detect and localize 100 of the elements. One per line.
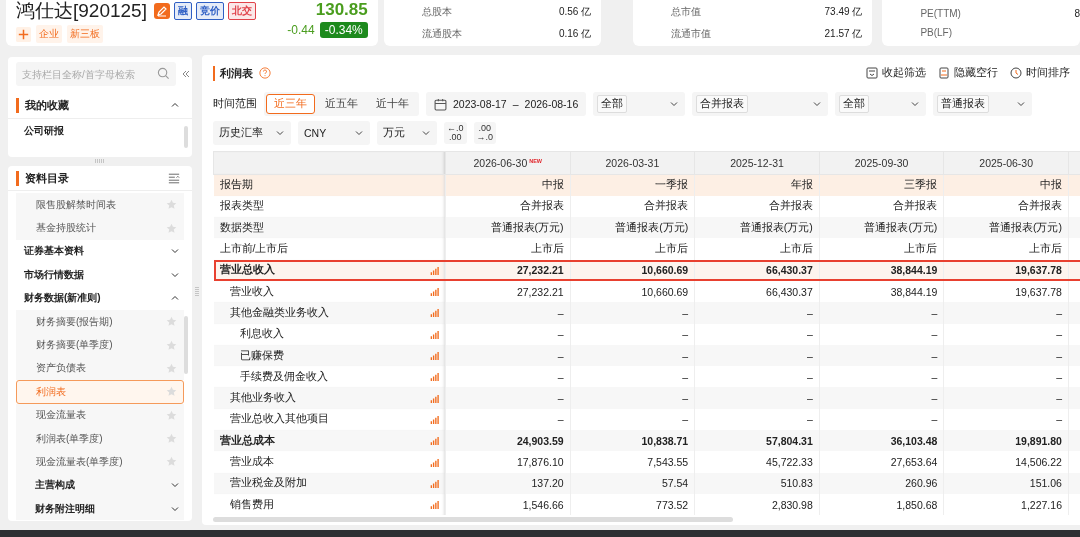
filter-label: 时间范围 xyxy=(213,97,257,111)
star-icon[interactable] xyxy=(166,386,177,398)
stock-tag: 北交 xyxy=(227,2,256,20)
date-range-field[interactable]: 2023-08-17 – 2026-08-16 xyxy=(426,92,587,116)
bar-chart-icon[interactable] xyxy=(430,478,439,488)
scrollbar-thumb[interactable] xyxy=(213,517,733,523)
drag-handle-icon[interactable] xyxy=(94,159,106,163)
catalog-item[interactable]: 基金持股统计 xyxy=(16,216,184,240)
bar-chart-icon[interactable] xyxy=(430,436,439,446)
document-icon xyxy=(938,67,950,79)
catalog-item[interactable]: 现金流量表(单季度) xyxy=(16,450,184,474)
catalog-group[interactable]: 主营构成 xyxy=(16,473,184,498)
table-cell: – xyxy=(931,328,938,341)
bar-chart-icon[interactable] xyxy=(430,393,439,403)
toolbar-button[interactable]: 收起筛选 xyxy=(866,66,926,80)
table-cell: 年报 xyxy=(790,178,813,191)
bar-chart-icon[interactable] xyxy=(430,308,439,318)
time-range-tab[interactable]: 近十年 xyxy=(368,94,417,114)
catalog-item[interactable]: 财务摘要(报告期) xyxy=(16,309,184,334)
chevron-icon[interactable] xyxy=(170,100,180,110)
column-header[interactable]: 2025-12-31 xyxy=(694,151,820,175)
list-icon[interactable] xyxy=(168,172,180,184)
row-label: 上市前/上市后 xyxy=(219,242,289,257)
table-cell: – xyxy=(682,328,689,341)
clock-icon xyxy=(1010,67,1022,79)
dropdown[interactable]: 全部 xyxy=(835,92,927,116)
catalog-group[interactable]: 财务数据(新准则) xyxy=(16,286,184,310)
table-cell: 1,546.66 xyxy=(522,498,564,511)
dropdown[interactable]: 普通报表 xyxy=(933,92,1033,116)
table-cell: – xyxy=(806,392,813,405)
table-cell: – xyxy=(1056,413,1062,426)
catalog-item[interactable]: 现金流量表 xyxy=(16,403,184,427)
panel-title: 利润表 xyxy=(213,65,253,81)
table-cell: – xyxy=(1056,392,1062,405)
bar-chart-icon[interactable] xyxy=(430,287,439,297)
drag-handle-icon[interactable] xyxy=(195,286,199,298)
toolbar-button[interactable]: 时间排序 xyxy=(1010,66,1070,80)
table-cell: – xyxy=(682,413,689,426)
table-cell: – xyxy=(682,306,689,319)
column-header[interactable]: 2025-06-30 xyxy=(943,151,1069,175)
catalog-group[interactable]: 市场行情数据 xyxy=(16,263,184,287)
favorite-item[interactable]: 公司研报 xyxy=(8,119,192,138)
column-header[interactable]: 2026-03-31 xyxy=(570,151,695,175)
collapse-icon[interactable] xyxy=(180,68,192,80)
catalog-group[interactable]: 财务附注明细 xyxy=(16,497,184,521)
help-icon[interactable] xyxy=(259,67,271,79)
row-label: 其他金融类业务收入 xyxy=(228,305,329,320)
bar-chart-icon[interactable] xyxy=(430,329,439,339)
row-label: 已赚保费 xyxy=(238,348,284,363)
star-icon[interactable] xyxy=(166,199,177,211)
table-cell: 38,844.19 xyxy=(890,264,938,277)
stock-tag: 融 xyxy=(173,2,192,20)
table-cell: – xyxy=(1056,349,1062,362)
catalog-item[interactable]: 利润表(单季度) xyxy=(16,426,184,451)
catalog-group[interactable]: 证券基本资料 xyxy=(16,239,184,264)
dropdown[interactable]: 合并报表 xyxy=(692,92,829,116)
pencil-icon[interactable] xyxy=(153,3,170,19)
table-cell: 57.54 xyxy=(661,477,689,490)
catalog-item[interactable]: 财务摘要(单季度) xyxy=(16,333,184,357)
table-cell: – xyxy=(931,392,938,405)
dropdown[interactable]: CNY xyxy=(298,121,370,145)
dropdown[interactable]: 全部 xyxy=(593,92,686,116)
star-icon[interactable] xyxy=(166,339,177,351)
column-header[interactable]: 2025-09-30 xyxy=(819,151,944,175)
toolbar-button[interactable]: 隐藏空行 xyxy=(938,66,998,80)
change-percent-badge: -0.34% xyxy=(319,22,368,38)
decimal-button[interactable]: .00 →.0 xyxy=(473,122,497,144)
table-cell: – xyxy=(931,349,938,362)
star-icon[interactable] xyxy=(166,222,177,234)
table-cell: – xyxy=(557,370,564,383)
star-icon[interactable] xyxy=(166,409,177,421)
table-cell: – xyxy=(931,370,938,383)
bar-chart-icon[interactable] xyxy=(430,414,439,424)
star-icon[interactable] xyxy=(166,456,177,468)
time-range-tab[interactable]: 近五年 xyxy=(317,94,366,114)
table-cell: 510.83 xyxy=(780,477,813,490)
bar-chart-icon[interactable] xyxy=(430,457,439,467)
column-header[interactable]: 2026-06-30 $^{NEW}$ xyxy=(445,151,571,175)
search-field[interactable]: 支持栏目全称/首字母检索 xyxy=(16,62,176,86)
bar-chart-icon[interactable] xyxy=(430,265,439,275)
table-cell: 上市后 xyxy=(779,242,813,255)
dropdown[interactable]: 万元 xyxy=(377,121,437,145)
star-icon[interactable] xyxy=(166,316,177,328)
bar-chart-icon[interactable] xyxy=(430,500,439,510)
row-label: 其他业务收入 xyxy=(228,391,296,406)
decimal-button[interactable]: ←.0 .00 xyxy=(444,122,467,144)
table-cell: 普通报表(万元) xyxy=(739,220,813,233)
dropdown[interactable]: 历史汇率 xyxy=(213,121,291,145)
bar-chart-icon[interactable] xyxy=(430,351,439,360)
catalog-item[interactable]: 资产负债表 xyxy=(16,356,184,381)
star-icon[interactable] xyxy=(166,362,177,374)
catalog-item[interactable]: 限售股解禁时间表 xyxy=(16,193,184,217)
table-cell: – xyxy=(557,306,564,319)
table-cell: – xyxy=(682,392,689,405)
bar-chart-icon[interactable] xyxy=(430,372,439,382)
star-icon[interactable] xyxy=(166,433,177,445)
stat-label: PB(LF) xyxy=(920,27,953,38)
plus-icon[interactable] xyxy=(16,26,31,42)
table-cell: – xyxy=(806,328,813,341)
scrollbar-thumb[interactable] xyxy=(184,126,188,148)
